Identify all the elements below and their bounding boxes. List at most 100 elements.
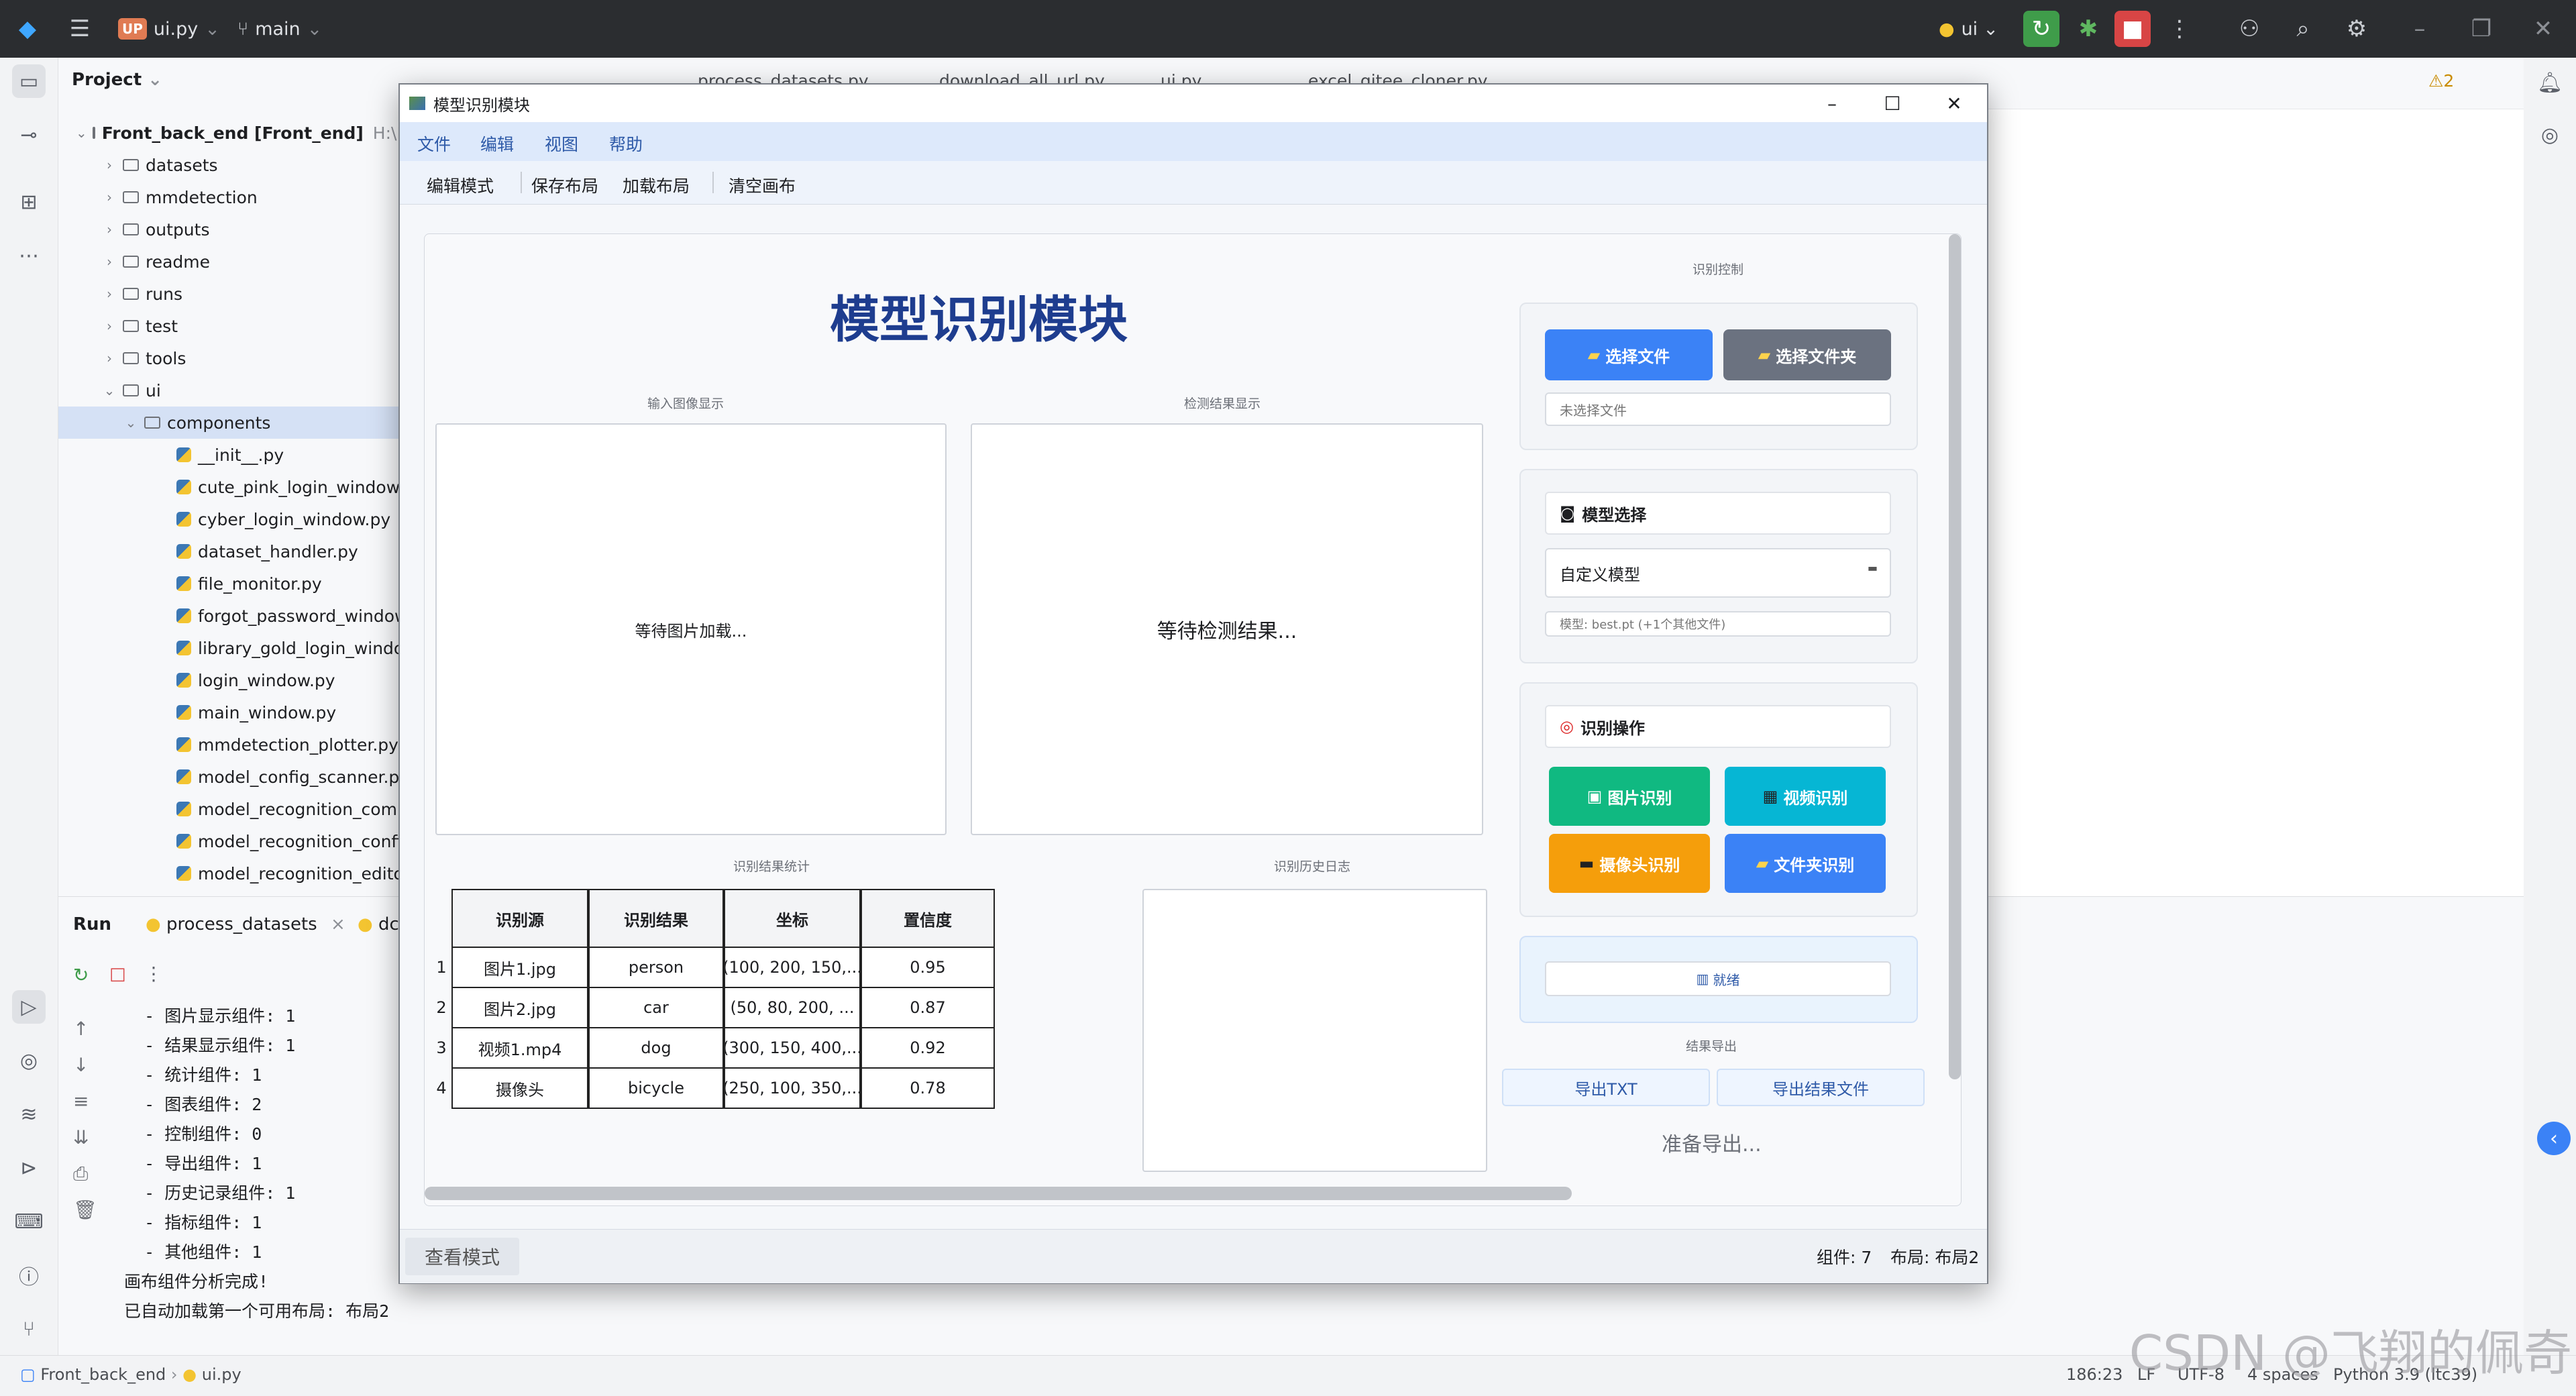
debug-bug-icon[interactable]: ✱ xyxy=(2070,11,2106,47)
console-output[interactable]: - 图片显示组件: 1 - 结果显示组件: 1 - 统计组件: 1 - 图表组件… xyxy=(124,1002,389,1326)
rerun-icon[interactable]: ↻ xyxy=(2023,11,2059,47)
table-cell[interactable]: 图片2.jpg xyxy=(451,987,588,1028)
table-header-cell[interactable]: 识别结果 xyxy=(588,889,724,948)
app-title-bar[interactable]: 模型识别模块 – ☐ ✕ xyxy=(400,85,1987,122)
minimize-icon[interactable]: – xyxy=(2402,11,2438,47)
table-cell[interactable]: 图片1.jpg xyxy=(451,947,588,988)
settings-gear-icon[interactable]: ⚙ xyxy=(2339,11,2375,47)
more-tools-icon[interactable]: ⋯ xyxy=(12,239,46,272)
tree-folder-8[interactable]: ⌄ ui xyxy=(58,374,443,407)
breadcrumb[interactable]: ▢ Front_back_end › ● ui.py xyxy=(20,1365,241,1384)
table-cell[interactable]: (300, 150, 400,... xyxy=(724,1027,861,1069)
branch-switcher[interactable]: ⑂ main ⌄ xyxy=(237,11,322,47)
warning-count[interactable]: ⚠2 xyxy=(2428,71,2454,91)
tree-folder-1[interactable]: › datasets xyxy=(58,149,443,181)
model-dropdown[interactable]: 自定义模型 ▬ xyxy=(1545,548,1891,598)
project-switcher[interactable]: UP ui.py ⌄ xyxy=(118,11,220,47)
tree-folder-6[interactable]: › test xyxy=(58,310,443,342)
clear-canvas-button[interactable]: 清空画布 xyxy=(729,173,796,197)
notifications-bell-icon[interactable]: 🔔︎ xyxy=(2533,66,2567,99)
table-cell[interactable]: 摄像头 xyxy=(451,1067,588,1109)
restore-icon[interactable]: ❐ xyxy=(2463,11,2500,47)
tree-folder-4[interactable]: › readme xyxy=(58,246,443,278)
table-cell[interactable]: 0.87 xyxy=(861,987,995,1028)
more-icon[interactable]: ⋮ xyxy=(2161,11,2198,47)
structure-icon[interactable]: ⊞ xyxy=(12,185,46,219)
table-header-cell[interactable]: 置信度 xyxy=(861,889,995,948)
soft-wrap-icon[interactable]: ≡ xyxy=(73,1083,97,1120)
add-user-icon[interactable]: ⚇ xyxy=(2231,11,2267,47)
problems-icon[interactable]: ⓘ xyxy=(12,1258,46,1292)
project-folder-icon[interactable]: ▭ xyxy=(12,64,46,98)
table-cell[interactable]: 0.92 xyxy=(861,1027,995,1069)
run-tab-process-datasets[interactable]: ● process_datasets × xyxy=(146,914,345,934)
tree-root[interactable]: ⌄ Front_back_end [Front_end] H:\Mo xyxy=(58,117,418,149)
video-recognition-button[interactable]: ▦ 视频识别 xyxy=(1725,767,1886,826)
export-txt-button[interactable]: 导出TXT xyxy=(1502,1069,1710,1106)
run-tool-icon[interactable]: ▷ xyxy=(12,990,46,1024)
services-icon[interactable]: ⊳ xyxy=(12,1151,46,1185)
terminal-icon[interactable]: ⌨ xyxy=(12,1205,46,1238)
main-menu-icon[interactable]: ☰ xyxy=(62,11,98,47)
table-header-cell[interactable]: 坐标 xyxy=(724,889,861,948)
table-cell[interactable]: 0.95 xyxy=(861,947,995,988)
stop-icon[interactable]: ■ xyxy=(2114,11,2151,47)
select-folder-button[interactable]: ▰ 选择文件夹 xyxy=(1723,329,1891,380)
canvas-vertical-scrollbar[interactable] xyxy=(1949,234,1961,1079)
image-recognition-button[interactable]: ▣ 图片识别 xyxy=(1549,767,1710,826)
export-result-file-button[interactable]: 导出结果文件 xyxy=(1717,1069,1925,1106)
table-cell[interactable]: (50, 80, 200, ... xyxy=(724,987,861,1028)
close-tab-icon[interactable]: × xyxy=(331,914,345,934)
menu-file[interactable]: 文件 xyxy=(417,131,451,156)
save-layout-button[interactable]: 保存布局 xyxy=(531,173,598,197)
table-cell[interactable]: 视频1.mp4 xyxy=(451,1027,588,1069)
table-header-cell[interactable]: 识别源 xyxy=(451,889,588,948)
layers-icon[interactable]: ≋ xyxy=(12,1097,46,1131)
table-cell[interactable]: 0.78 xyxy=(861,1067,995,1109)
table-cell[interactable]: bicycle xyxy=(588,1067,724,1109)
tree-folder-3[interactable]: › outputs xyxy=(58,213,443,246)
tree-folder-7[interactable]: › tools xyxy=(58,342,443,374)
view-mode-button[interactable]: 查看模式 xyxy=(405,1238,519,1275)
menu-view[interactable]: 视图 xyxy=(545,131,578,156)
edit-mode-button[interactable]: 编辑模式 xyxy=(427,173,494,197)
cursor-position[interactable]: 186:23 xyxy=(2066,1365,2123,1384)
table-cell[interactable]: person xyxy=(588,947,724,988)
git-icon[interactable]: ⑂ xyxy=(12,1312,46,1346)
rerun-icon[interactable]: ↻ xyxy=(73,964,89,986)
tree-folder-5[interactable]: › runs xyxy=(58,278,443,310)
commit-icon[interactable]: ⊸ xyxy=(12,118,46,152)
ai-assistant-icon[interactable]: ◎ xyxy=(2533,118,2567,152)
menu-edit[interactable]: 编辑 xyxy=(480,131,514,156)
table-cell[interactable]: (100, 200, 150,... xyxy=(724,947,861,988)
menu-help[interactable]: 帮助 xyxy=(609,131,643,156)
table-cell[interactable]: car xyxy=(588,987,724,1028)
canvas-horizontal-scrollbar[interactable] xyxy=(425,1187,1572,1200)
maximize-icon[interactable]: ☐ xyxy=(1862,85,1923,122)
close-icon[interactable]: ✕ xyxy=(2525,11,2561,47)
stop-icon[interactable]: □ xyxy=(109,964,126,984)
camera-recognition-button[interactable]: ▬ 摄像头识别 xyxy=(1549,834,1710,893)
python-packages-icon[interactable]: ◎ xyxy=(12,1044,46,1077)
print-icon[interactable]: ⎙ xyxy=(73,1156,97,1192)
scroll-up-icon[interactable]: ↑ xyxy=(73,1011,97,1047)
minimize-icon[interactable]: – xyxy=(1802,85,1862,122)
layout-canvas[interactable]: 模型识别模块 输入图像显示 等待图片加载... 检测结果显示 等待检测结果...… xyxy=(424,233,1962,1206)
table-cell[interactable]: (250, 100, 350,... xyxy=(724,1067,861,1109)
run-tab-second[interactable]: ● dc xyxy=(358,914,399,934)
trash-icon[interactable]: 🗑︎ xyxy=(73,1192,97,1228)
interpreter-switcher[interactable]: ● ui ⌄ xyxy=(1939,11,1998,47)
tree-folder-2[interactable]: › mmdetection xyxy=(58,181,443,213)
select-file-button[interactable]: ▰ 选择文件 xyxy=(1545,329,1713,380)
load-layout-button[interactable]: 加载布局 xyxy=(623,173,690,197)
project-header[interactable]: Project ⌄ xyxy=(72,70,162,90)
history-log-panel[interactable] xyxy=(1142,889,1487,1172)
table-cell[interactable]: dog xyxy=(588,1027,724,1069)
search-icon[interactable]: ⌕ xyxy=(2285,11,2321,47)
more-icon[interactable]: ⋮ xyxy=(144,963,163,985)
close-icon[interactable]: ✕ xyxy=(1924,85,1984,122)
scroll-down-icon[interactable]: ↓ xyxy=(73,1047,97,1083)
scroll-end-icon[interactable]: ⇊ xyxy=(73,1120,97,1156)
collapse-panel-icon[interactable]: ‹ xyxy=(2537,1122,2571,1155)
folder-recognition-button[interactable]: ▰ 文件夹识别 xyxy=(1725,834,1886,893)
